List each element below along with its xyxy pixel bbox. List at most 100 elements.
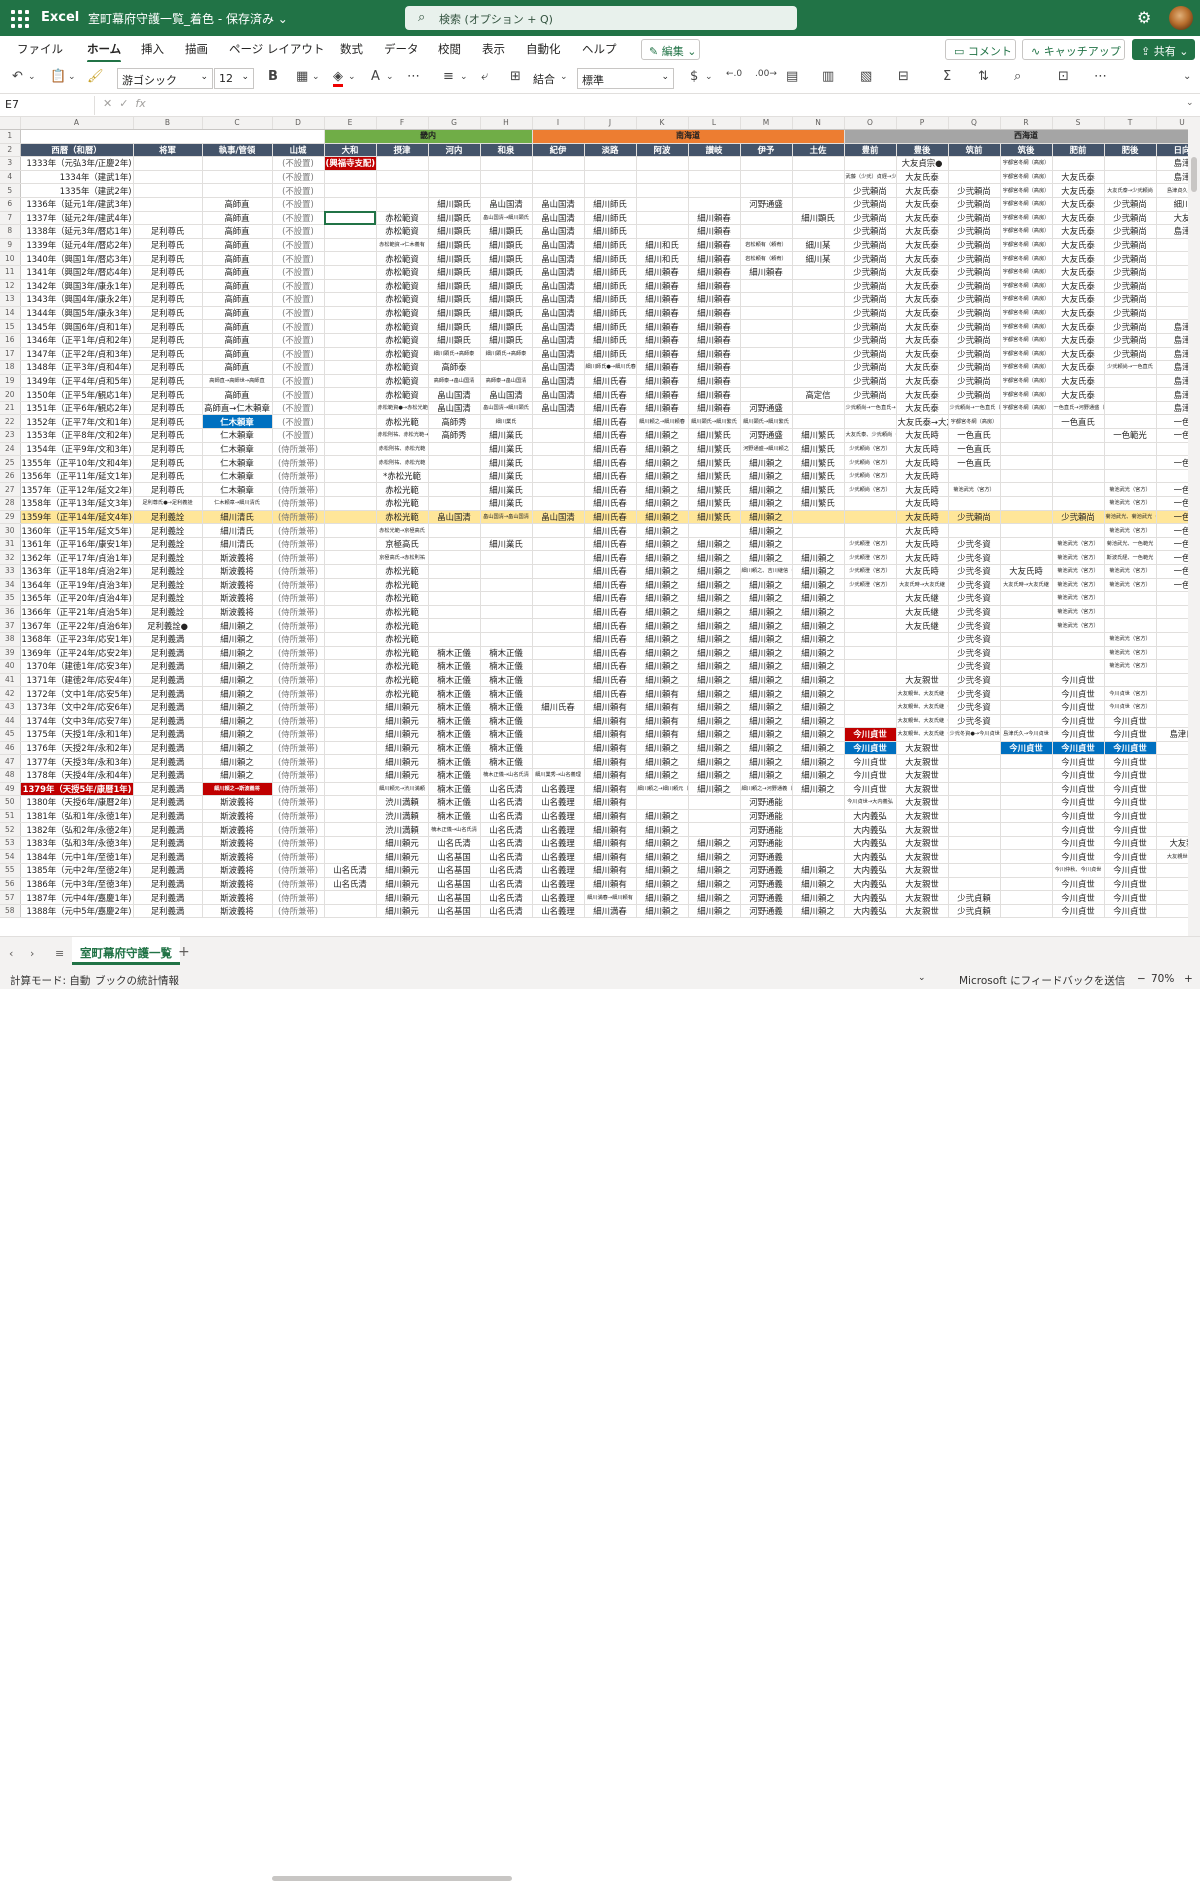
column-title-cell[interactable]: 阿波 — [636, 143, 689, 158]
row-header[interactable]: 18 — [0, 360, 21, 375]
table-cell[interactable]: 少弐頼尚 — [948, 211, 1001, 226]
table-cell[interactable]: 少弐頼尚 — [844, 360, 897, 375]
table-cell[interactable]: 少弐頼尚 — [948, 279, 1001, 294]
table-cell[interactable]: 赤松光範 — [376, 659, 429, 674]
table-cell[interactable]: 今川貞世 — [1104, 768, 1157, 783]
table-cell[interactable]: 河野通能 — [740, 836, 793, 851]
table-cell[interactable]: 細川氏春 — [584, 564, 637, 579]
table-cell[interactable]: 足利尊氏 — [133, 306, 203, 321]
table-cell[interactable]: 少弐頼尚 — [948, 319, 1001, 334]
table-cell[interactable]: 1372年（文中1年/応安5年) — [20, 686, 134, 701]
table-cell[interactable] — [428, 496, 481, 511]
table-cell[interactable]: 少弐頼尚 — [948, 306, 1001, 321]
table-cell[interactable] — [740, 211, 793, 226]
table-cell[interactable]: 細川頼之 — [688, 849, 741, 865]
table-cell[interactable] — [1104, 414, 1157, 430]
table-cell[interactable]: 大友親世 — [896, 768, 949, 783]
table-cell[interactable] — [1000, 822, 1053, 837]
table-cell[interactable]: 細川頼春 — [688, 211, 741, 226]
table-cell[interactable]: 少弐頼尚→一色直氏→少弐頼尚 — [844, 401, 897, 416]
table-cell[interactable]: 少弐頼尚 — [1104, 333, 1157, 348]
table-cell[interactable]: 大友氏泰 — [1052, 265, 1105, 280]
table-cell[interactable] — [376, 156, 429, 171]
table-cell[interactable]: 斯波義将 — [202, 849, 273, 865]
table-cell[interactable]: 足利義満 — [133, 782, 203, 797]
table-cell[interactable]: 少弐頼尚 — [1104, 238, 1157, 253]
table-cell[interactable] — [428, 605, 481, 620]
table-cell[interactable]: 細川氏春 — [584, 442, 637, 457]
table-cell[interactable]: 一色 — [1156, 455, 1188, 470]
table-cell[interactable]: 足利尊氏 — [133, 333, 203, 348]
table-cell[interactable] — [324, 741, 377, 756]
table-cell[interactable]: 1371年（建徳2年/応安4年) — [20, 673, 134, 688]
table-cell[interactable]: 宇都宮冬綱（高房） — [1000, 347, 1053, 362]
table-cell[interactable]: 細川顕氏 — [480, 251, 533, 266]
table-cell[interactable] — [324, 482, 377, 498]
table-cell[interactable]: 細川頼有 — [584, 836, 637, 851]
row-header[interactable]: 27 — [0, 482, 21, 498]
table-cell[interactable]: 岩松頼有（頼宥） — [740, 238, 793, 253]
table-cell[interactable]: 細川氏春 — [532, 700, 585, 715]
table-cell[interactable] — [584, 183, 637, 198]
table-cell[interactable]: 畠山国清 — [480, 387, 533, 402]
fill-color-dropdown-icon[interactable]: ⌄ — [348, 72, 356, 82]
table-cell[interactable]: 細川 — [1156, 197, 1188, 212]
scroll-thumb[interactable] — [272, 1876, 512, 1881]
table-cell[interactable]: 細川顕氏 — [480, 333, 533, 348]
table-cell[interactable] — [480, 632, 533, 647]
table-cell[interactable]: 足利義満 — [133, 741, 203, 756]
table-cell[interactable]: 細川頼春 — [636, 265, 689, 280]
table-cell[interactable] — [688, 170, 741, 185]
table-cell[interactable]: 細川頼春 — [636, 319, 689, 334]
table-cell[interactable]: 足利義満 — [133, 904, 203, 919]
table-cell[interactable]: 大友氏時 — [896, 469, 949, 484]
table-cell[interactable]: 1358年（正平13年/延文3年) — [20, 496, 134, 511]
table-cell[interactable]: 楠木正儀 — [428, 754, 481, 769]
table-cell[interactable]: 山名義理 — [532, 877, 585, 892]
table-cell[interactable]: (不設置) — [272, 374, 325, 389]
table-cell[interactable] — [532, 618, 585, 633]
table-cell[interactable]: 1333年（元弘3年/正慶2年) — [20, 156, 134, 171]
table-cell[interactable] — [1156, 822, 1188, 837]
table-cell[interactable]: (不設置) — [272, 224, 325, 239]
table-cell[interactable]: 大友親世 — [896, 782, 949, 797]
table-cell[interactable]: 大友氏泰→大友氏時 — [896, 414, 949, 430]
row-header[interactable]: 12 — [0, 279, 21, 294]
table-cell[interactable]: 細川氏春 — [584, 482, 637, 498]
table-cell[interactable]: 細川頼之 — [792, 890, 845, 905]
table-cell[interactable]: 1356年（正平11年/延文1年) — [20, 469, 134, 484]
table-cell[interactable]: 山名義理 — [532, 904, 585, 919]
table-cell[interactable]: 宇都宮冬綱（高房） — [1000, 265, 1053, 280]
table-cell[interactable] — [792, 809, 845, 824]
table-cell[interactable] — [688, 523, 741, 538]
tab-data[interactable]: データ — [384, 41, 419, 57]
table-cell[interactable]: 細川顕氏 — [428, 265, 481, 280]
table-cell[interactable]: 細川頼有 — [636, 700, 689, 715]
column-header[interactable]: H — [480, 117, 533, 130]
table-cell[interactable]: 大友親世 — [896, 673, 949, 688]
table-cell[interactable]: 大友氏泰 — [1052, 197, 1105, 212]
table-cell[interactable] — [324, 768, 377, 783]
table-cell[interactable]: 1387年（元中4年/嘉慶1年) — [20, 890, 134, 905]
table-cell[interactable]: 大内義弘 — [844, 836, 897, 851]
table-cell[interactable]: 細川頼有 — [584, 714, 637, 729]
table-cell[interactable]: 少弐冬資 — [948, 700, 1001, 715]
table-cell[interactable]: 菊池武光（宮方） — [1104, 632, 1157, 647]
table-cell[interactable]: 一色 — [1156, 510, 1188, 525]
table-cell[interactable] — [948, 836, 1001, 851]
table-cell[interactable] — [1156, 700, 1188, 715]
table-cell[interactable] — [202, 156, 273, 171]
row-header[interactable]: 2 — [0, 143, 21, 158]
table-cell[interactable] — [428, 442, 481, 457]
table-cell[interactable] — [324, 795, 377, 810]
table-cell[interactable]: 細川頼元 — [376, 863, 429, 878]
table-cell[interactable]: 細川顕氏→高師泰 — [480, 347, 533, 362]
table-cell[interactable]: 細川顕氏 — [428, 238, 481, 253]
table-cell[interactable]: 少弐頼尚 — [1104, 279, 1157, 294]
table-cell[interactable]: 少弐頼尚（宮方） — [844, 469, 897, 484]
table-cell[interactable] — [532, 591, 585, 606]
table-cell[interactable]: 今川貞世 — [1104, 863, 1157, 878]
table-cell[interactable]: 足利義満 — [133, 700, 203, 715]
table-cell[interactable] — [532, 183, 585, 198]
table-cell[interactable]: 大友氏泰 — [1052, 183, 1105, 198]
